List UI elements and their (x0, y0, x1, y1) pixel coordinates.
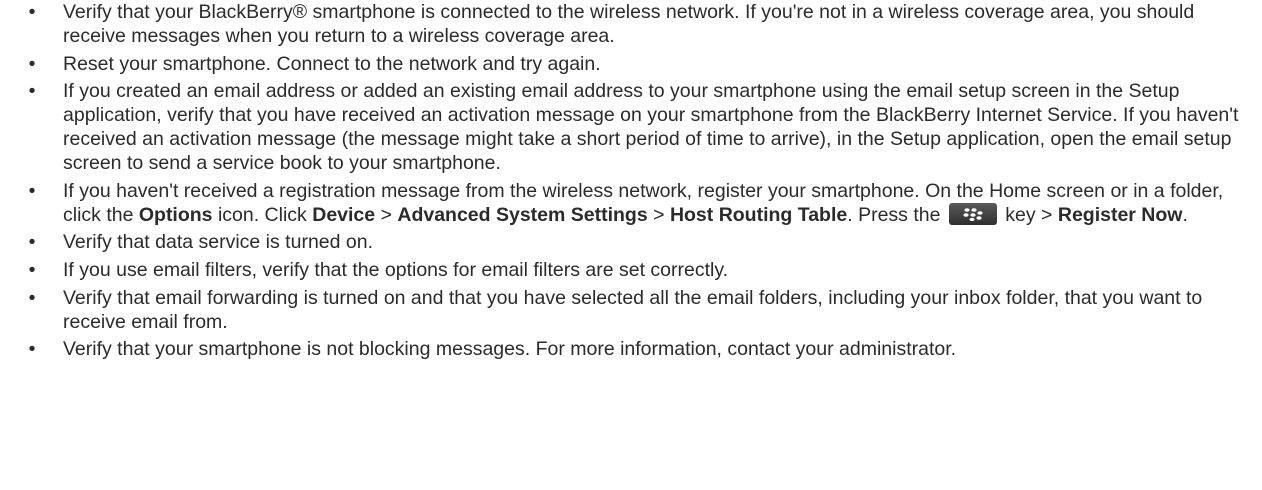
troubleshooting-list: • Verify that your BlackBerry® smartphon… (22, 0, 1242, 361)
list-item-text: . (1182, 203, 1188, 226)
list-item: • If you haven't received a registration … (22, 179, 1242, 227)
bullet: • (28, 80, 36, 103)
list-item: • Verify that email forwarding is turned… (22, 286, 1242, 334)
list-item-text: . Press the (847, 203, 946, 226)
bullet: • (28, 179, 36, 202)
list-item-text: Verify that your BlackBerry® smartphone … (63, 1, 1195, 47)
bullet: • (28, 286, 36, 309)
list-item: • If you use email filters, verify that … (22, 258, 1242, 282)
register-now-label: Register Now (1057, 203, 1183, 226)
list-item-text: If you use email filters, verify that th… (63, 258, 729, 281)
advanced-system-settings-label: Advanced System Settings (397, 203, 648, 226)
bullet: • (28, 1, 36, 23)
list-item-text: > (647, 203, 670, 226)
list-item: • Verify that your smartphone is not blo… (22, 337, 1242, 361)
list-item: • Verify that data service is turned on. (22, 230, 1242, 254)
bullet: • (28, 231, 36, 254)
bullet: • (28, 258, 36, 281)
list-item-text: Verify that email forwarding is turned o… (63, 286, 1203, 333)
list-item-text: If you created an email address or added… (63, 80, 1239, 175)
list-item: • If you created an email address or add… (22, 79, 1242, 175)
list-item-text: icon. Click (212, 203, 313, 226)
list-item-text: > (375, 203, 398, 226)
list-item-text: Reset your smartphone. Connect to the ne… (63, 52, 601, 75)
host-routing-table-label: Host Routing Table (669, 203, 848, 226)
list-item-text: Verify that your smartphone is not block… (63, 338, 957, 361)
list-item: • Verify that your BlackBerry® smartphon… (22, 0, 1242, 48)
document-body: • Verify that your BlackBerry® smartphon… (0, 0, 1262, 490)
options-label: Options (138, 203, 213, 226)
device-label: Device (312, 203, 376, 226)
list-item: • Reset your smartphone. Connect to the … (22, 52, 1242, 76)
list-item-text: Verify that data service is turned on. (63, 231, 374, 254)
bullet: • (28, 52, 36, 75)
blackberry-menu-key-icon (948, 202, 997, 225)
bullet: • (28, 338, 36, 361)
list-item-text: key > (999, 203, 1058, 226)
